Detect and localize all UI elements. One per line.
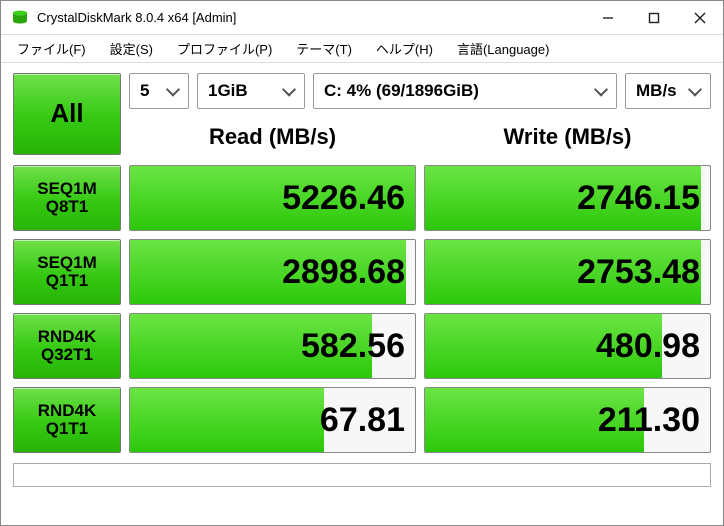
read-value-seq1m-q8t1: 5226.46 [129, 165, 416, 231]
menu-profile[interactable]: プロファイル(P) [165, 35, 284, 62]
test-name-line1: SEQ1M [37, 180, 97, 198]
test-name-line2: Q1T1 [46, 272, 89, 290]
read-value-rnd4k-q32t1: 582.56 [129, 313, 416, 379]
write-number: 480.98 [596, 327, 700, 366]
read-number: 2898.68 [282, 253, 405, 292]
runs-select[interactable]: 5 [129, 73, 189, 109]
write-value-seq1m-q1t1: 2753.48 [424, 239, 711, 305]
unit-value: MB/s [636, 81, 677, 101]
close-button[interactable] [677, 1, 723, 35]
unit-select[interactable]: MB/s [625, 73, 711, 109]
test-name-line1: SEQ1M [37, 254, 97, 272]
read-value-seq1m-q1t1: 2898.68 [129, 239, 416, 305]
write-value-rnd4k-q32t1: 480.98 [424, 313, 711, 379]
menu-help[interactable]: ヘルプ(H) [364, 35, 445, 62]
app-icon [11, 9, 29, 27]
write-number: 211.30 [598, 401, 700, 440]
menu-settings[interactable]: 設定(S) [98, 35, 165, 62]
test-name-line1: RND4K [38, 328, 97, 346]
status-bar [13, 463, 711, 487]
test-button-seq1m-q8t1[interactable]: SEQ1M Q8T1 [13, 165, 121, 231]
menu-language[interactable]: 言語(Language) [445, 35, 562, 62]
header-read: Read (MB/s) [129, 117, 416, 157]
test-button-seq1m-q1t1[interactable]: SEQ1M Q1T1 [13, 239, 121, 305]
size-select[interactable]: 1GiB [197, 73, 305, 109]
menu-theme[interactable]: テーマ(T) [284, 35, 364, 62]
write-number: 2753.48 [577, 253, 700, 292]
minimize-button[interactable] [585, 1, 631, 35]
header-write: Write (MB/s) [424, 117, 711, 157]
read-value-rnd4k-q1t1: 67.81 [129, 387, 416, 453]
test-name-line1: RND4K [38, 402, 97, 420]
menu-file[interactable]: ファイル(F) [5, 35, 98, 62]
size-value: 1GiB [208, 81, 248, 101]
content-area: All 5 1GiB C: 4% (69/1896GiB) MB/s Read … [1, 63, 723, 453]
window-title: CrystalDiskMark 8.0.4 x64 [Admin] [37, 10, 236, 25]
runs-value: 5 [140, 81, 149, 101]
test-name-line2: Q8T1 [46, 198, 89, 216]
drive-value: C: 4% (69/1896GiB) [324, 81, 479, 101]
test-button-rnd4k-q1t1[interactable]: RND4K Q1T1 [13, 387, 121, 453]
write-value-rnd4k-q1t1: 211.30 [424, 387, 711, 453]
read-number: 67.81 [320, 401, 405, 440]
drive-select[interactable]: C: 4% (69/1896GiB) [313, 73, 617, 109]
menubar: ファイル(F) 設定(S) プロファイル(P) テーマ(T) ヘルプ(H) 言語… [1, 35, 723, 63]
titlebar: CrystalDiskMark 8.0.4 x64 [Admin] [1, 1, 723, 35]
test-name-line2: Q1T1 [46, 420, 89, 438]
read-bar [130, 388, 324, 452]
maximize-button[interactable] [631, 1, 677, 35]
read-number: 5226.46 [282, 179, 405, 218]
test-button-rnd4k-q32t1[interactable]: RND4K Q32T1 [13, 313, 121, 379]
test-name-line2: Q32T1 [41, 346, 93, 364]
write-number: 2746.15 [577, 179, 700, 218]
read-number: 582.56 [301, 327, 405, 366]
write-value-seq1m-q8t1: 2746.15 [424, 165, 711, 231]
